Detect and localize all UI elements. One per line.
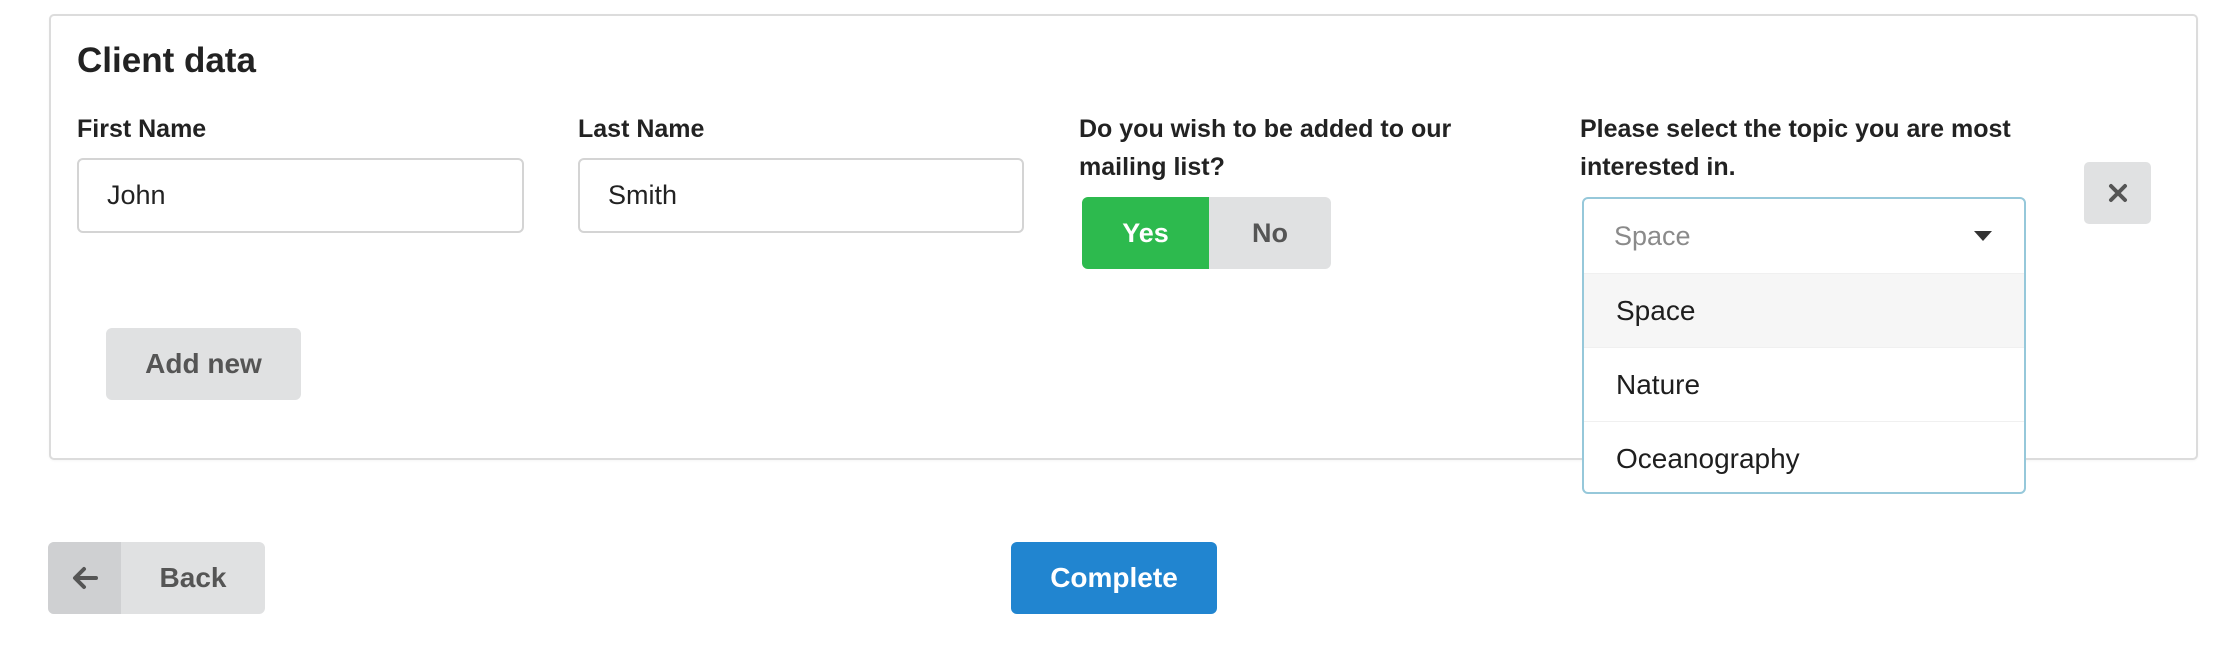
last-name-label: Last Name — [578, 115, 705, 143]
topic-question-line1: Please select the topic you are most — [1580, 115, 2011, 143]
topic-dropdown[interactable]: Space Space Nature Oceanography — [1582, 197, 2026, 494]
back-label: Back — [159, 562, 227, 593]
add-new-button[interactable]: Add new — [106, 328, 301, 400]
topic-select-head[interactable]: Space — [1584, 199, 2024, 273]
yes-button[interactable]: Yes — [1082, 197, 1209, 269]
first-name-input[interactable]: John — [77, 158, 524, 233]
topic-selected-text: Space — [1614, 220, 1691, 251]
dropdown-option-space[interactable]: Space — [1584, 273, 2024, 347]
dropdown-option-nature[interactable]: Nature — [1584, 347, 2024, 421]
back-icon-container — [48, 542, 121, 614]
dropdown-caret-icon[interactable] — [1974, 231, 1992, 241]
dropdown-option-oceanography[interactable]: Oceanography — [1584, 421, 2024, 492]
no-button[interactable]: No — [1209, 197, 1331, 269]
panel-title: Client data — [77, 41, 256, 80]
close-icon — [2108, 184, 2127, 202]
last-name-input[interactable]: Smith — [578, 158, 1024, 233]
mailing-list-question-line1: Do you wish to be added to our — [1079, 115, 1452, 143]
mailing-list-question-line2: mailing list? — [1079, 153, 1225, 181]
complete-button[interactable]: Complete — [1011, 542, 1217, 614]
topic-question-line2: interested in. — [1580, 153, 1736, 181]
arrow-left-icon — [72, 567, 98, 589]
remove-row-button[interactable] — [2084, 162, 2151, 224]
back-button[interactable]: Back — [48, 542, 265, 614]
first-name-label: First Name — [77, 115, 207, 143]
mailing-list-toggle: Yes No — [1082, 197, 1331, 269]
